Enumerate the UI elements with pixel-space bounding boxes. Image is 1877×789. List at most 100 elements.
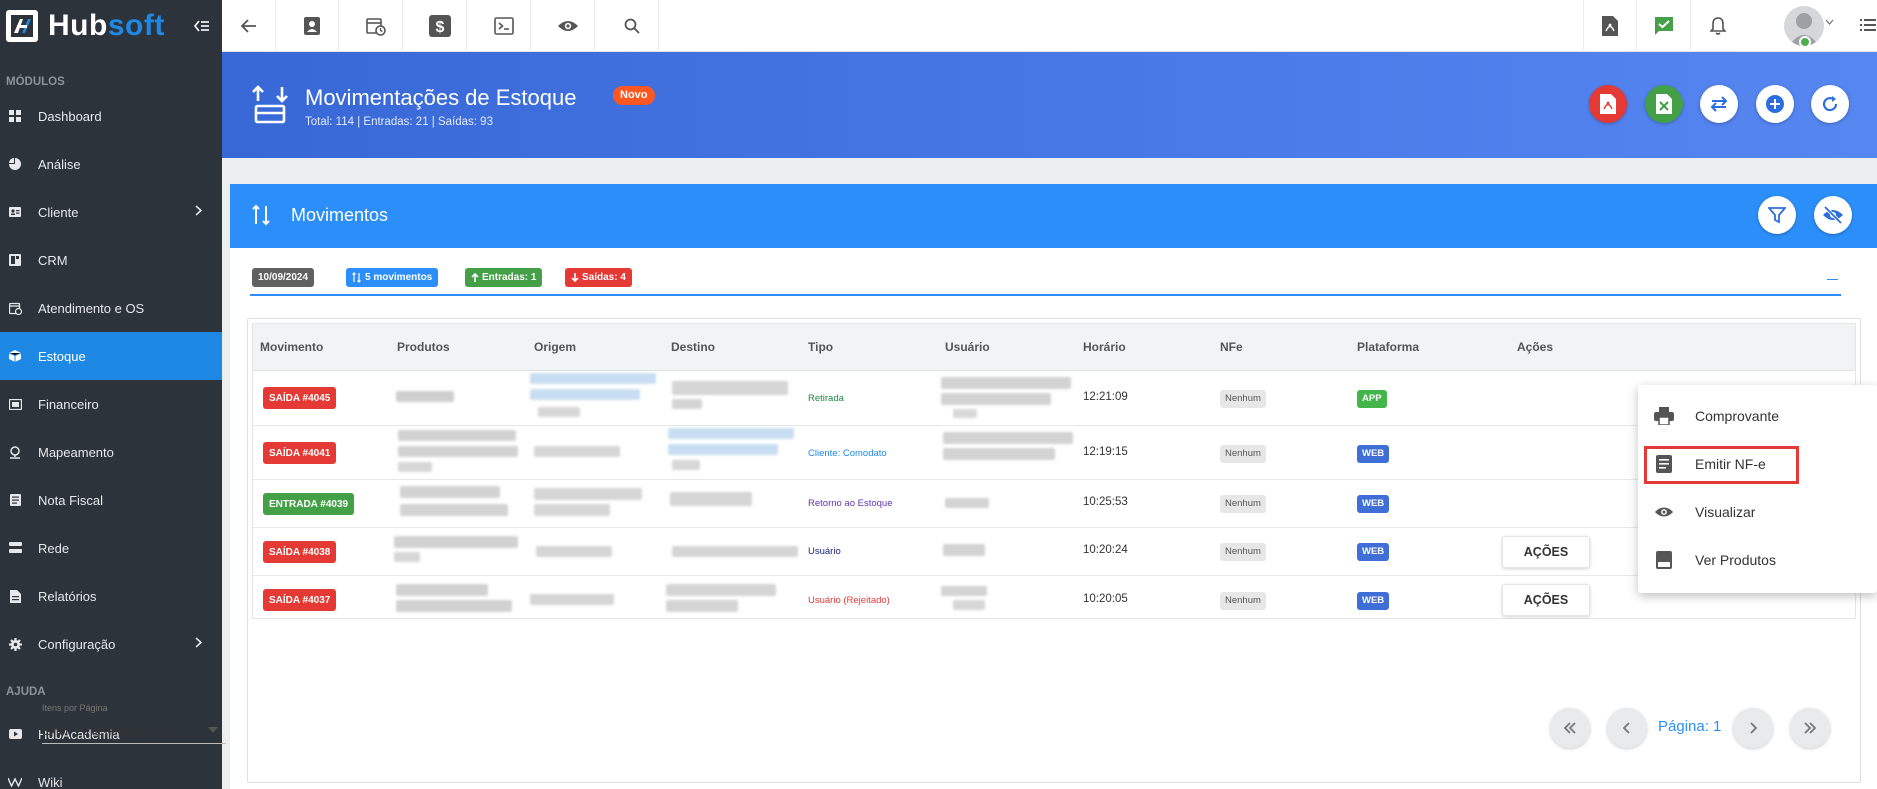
eye-icon[interactable]: [541, 0, 595, 52]
entradas-chip: Entradas: 1: [465, 268, 543, 287]
chat-check-icon[interactable]: [1637, 0, 1691, 52]
redacted-produtos: [396, 600, 512, 612]
redacted-produtos: [394, 536, 518, 548]
logo-text: Hubsoft: [48, 11, 165, 41]
terminal-icon[interactable]: [477, 0, 531, 52]
redacted-origem-link: [530, 373, 656, 384]
sidebar-item-nota-fiscal[interactable]: Nota Fiscal: [0, 476, 222, 524]
redacted-destino: [666, 600, 738, 612]
movimento-badge[interactable]: SAÍDA #4041: [263, 442, 337, 464]
sidebar-item-financeiro[interactable]: Financeiro: [0, 380, 222, 428]
redacted-destino: [672, 460, 700, 470]
entradas-chip-label: Entradas: 1: [482, 272, 537, 283]
menu-item-visualizar[interactable]: Visualizar: [1638, 488, 1877, 536]
tipo-label: Usuário: [808, 546, 841, 557]
toggle-visibility-button[interactable]: [1814, 196, 1852, 234]
back-arrow-icon[interactable]: [222, 0, 276, 52]
sidebar-item-label: Mapeamento: [38, 444, 114, 460]
sidebar: Hubsoft MÓDULOS Dashboard Análise Client…: [0, 0, 222, 789]
sidebar-item-label: CRM: [38, 252, 68, 268]
next-page-button[interactable]: [1733, 708, 1773, 748]
sidebar-item-cliente[interactable]: Cliente: [0, 188, 222, 236]
first-page-button[interactable]: [1550, 708, 1590, 748]
menu-item-ver-produtos[interactable]: Ver Produtos: [1638, 536, 1877, 584]
menu-item-comprovante[interactable]: Comprovante: [1638, 392, 1877, 440]
table-row: ENTRADA #4039 Retorno ao Estoque 10:25:5…: [253, 480, 1855, 528]
movimento-label: SAÍDA #4037: [269, 594, 331, 606]
movimento-badge[interactable]: SAÍDA #4038: [263, 541, 337, 563]
sidebar-item-dashboard[interactable]: Dashboard: [0, 92, 222, 140]
redacted-usuario: [953, 600, 985, 610]
redacted-produtos: [394, 552, 420, 562]
topbar: $: [222, 0, 1877, 52]
pdf-file-icon[interactable]: [1583, 0, 1637, 52]
svg-text:$: $: [435, 19, 444, 36]
col-header-produtos: Produtos: [397, 340, 450, 354]
sidebar-item-mapeamento[interactable]: Mapeamento: [0, 428, 222, 476]
col-header-horario: Horário: [1083, 340, 1126, 354]
col-header-movimento: Movimento: [260, 340, 324, 354]
sidebar-item-rede[interactable]: Rede: [0, 524, 222, 572]
chevron-down-icon[interactable]: [1825, 19, 1834, 25]
add-button[interactable]: [1756, 85, 1794, 123]
logo-hub: Hub: [48, 9, 108, 42]
nfe-badge: Nenhum: [1220, 495, 1266, 513]
redacted-usuario: [943, 448, 1055, 460]
acoes-dropdown-menu: Comprovante Emitir NF-e Visualizar Ver P…: [1638, 385, 1877, 593]
movimentos-card: Movimentos 10/09/2024 5 movimentos Entra…: [230, 184, 1877, 789]
minimize-icon[interactable]: [1827, 279, 1838, 280]
prev-page-button[interactable]: [1607, 708, 1647, 748]
movimento-label: SAÍDA #4045: [269, 392, 331, 404]
divider: [250, 294, 1841, 296]
contacts-icon[interactable]: [285, 0, 339, 52]
items-per-page-select[interactable]: Exibir 20 itens por página: [42, 718, 226, 744]
acoes-button[interactable]: AÇÕES: [1502, 584, 1590, 616]
export-pdf-button[interactable]: [1589, 85, 1627, 123]
search-icon[interactable]: [605, 0, 659, 52]
redacted-destino: [670, 492, 752, 506]
movimento-badge[interactable]: SAÍDA #4037: [263, 589, 337, 611]
sidebar-item-analise[interactable]: Análise: [0, 140, 222, 188]
movimento-badge[interactable]: ENTRADA #4039: [263, 493, 355, 515]
plataforma-badge: WEB: [1357, 543, 1390, 561]
page-header: Movimentações de Estoque Novo Total: 114…: [222, 52, 1877, 158]
up-down-arrows-icon: [352, 272, 361, 283]
acoes-label: AÇÕES: [1523, 593, 1569, 607]
redacted-origem-link: [530, 389, 640, 400]
sidebar-item-estoque[interactable]: Estoque: [0, 332, 222, 380]
last-page-button[interactable]: [1790, 708, 1830, 748]
sidebar-item-relatorios[interactable]: Relatórios: [0, 572, 222, 620]
redacted-produtos: [398, 430, 516, 441]
movimento-badge[interactable]: SAÍDA #4045: [263, 387, 337, 409]
redacted-origem: [534, 504, 610, 516]
sidebar-item-atendimento[interactable]: Atendimento e OS: [0, 284, 222, 332]
redacted-produtos: [396, 584, 488, 596]
collapse-sidebar-icon[interactable]: [192, 16, 212, 36]
wikipedia-icon: [8, 775, 22, 789]
horario-value: 10:20:05: [1083, 593, 1128, 605]
tipo-label: Usuário (Rejeitado): [808, 595, 890, 606]
transfer-button[interactable]: [1700, 85, 1738, 123]
nfe-badge: Nenhum: [1220, 592, 1266, 610]
filter-icon: [1768, 206, 1786, 224]
section-title-modulos: MÓDULOS: [6, 76, 65, 88]
sidebar-item-configuracao[interactable]: Configuração: [0, 620, 222, 668]
bell-icon[interactable]: [1691, 0, 1745, 52]
date-chip-label: 10/09/2024: [258, 272, 309, 283]
filter-button[interactable]: [1758, 196, 1796, 234]
dashboard-icon: [8, 109, 22, 123]
calendar-clock-icon[interactable]: [349, 0, 403, 52]
chevron-right-icon: [195, 637, 202, 648]
finance-dollar-icon[interactable]: $: [413, 0, 467, 52]
youtube-icon: [8, 727, 22, 741]
refresh-button[interactable]: [1811, 85, 1849, 123]
date-chip: 10/09/2024: [252, 268, 315, 287]
col-header-usuario: Usuário: [945, 340, 990, 354]
acoes-button[interactable]: AÇÕES: [1502, 536, 1590, 568]
export-excel-button[interactable]: [1645, 85, 1683, 123]
highlight-box: [1644, 446, 1799, 484]
list-menu-icon[interactable]: [1860, 17, 1876, 33]
sidebar-item-wiki[interactable]: Wiki: [0, 758, 222, 789]
sidebar-item-crm[interactable]: CRM: [0, 236, 222, 284]
redacted-produtos: [400, 486, 500, 498]
